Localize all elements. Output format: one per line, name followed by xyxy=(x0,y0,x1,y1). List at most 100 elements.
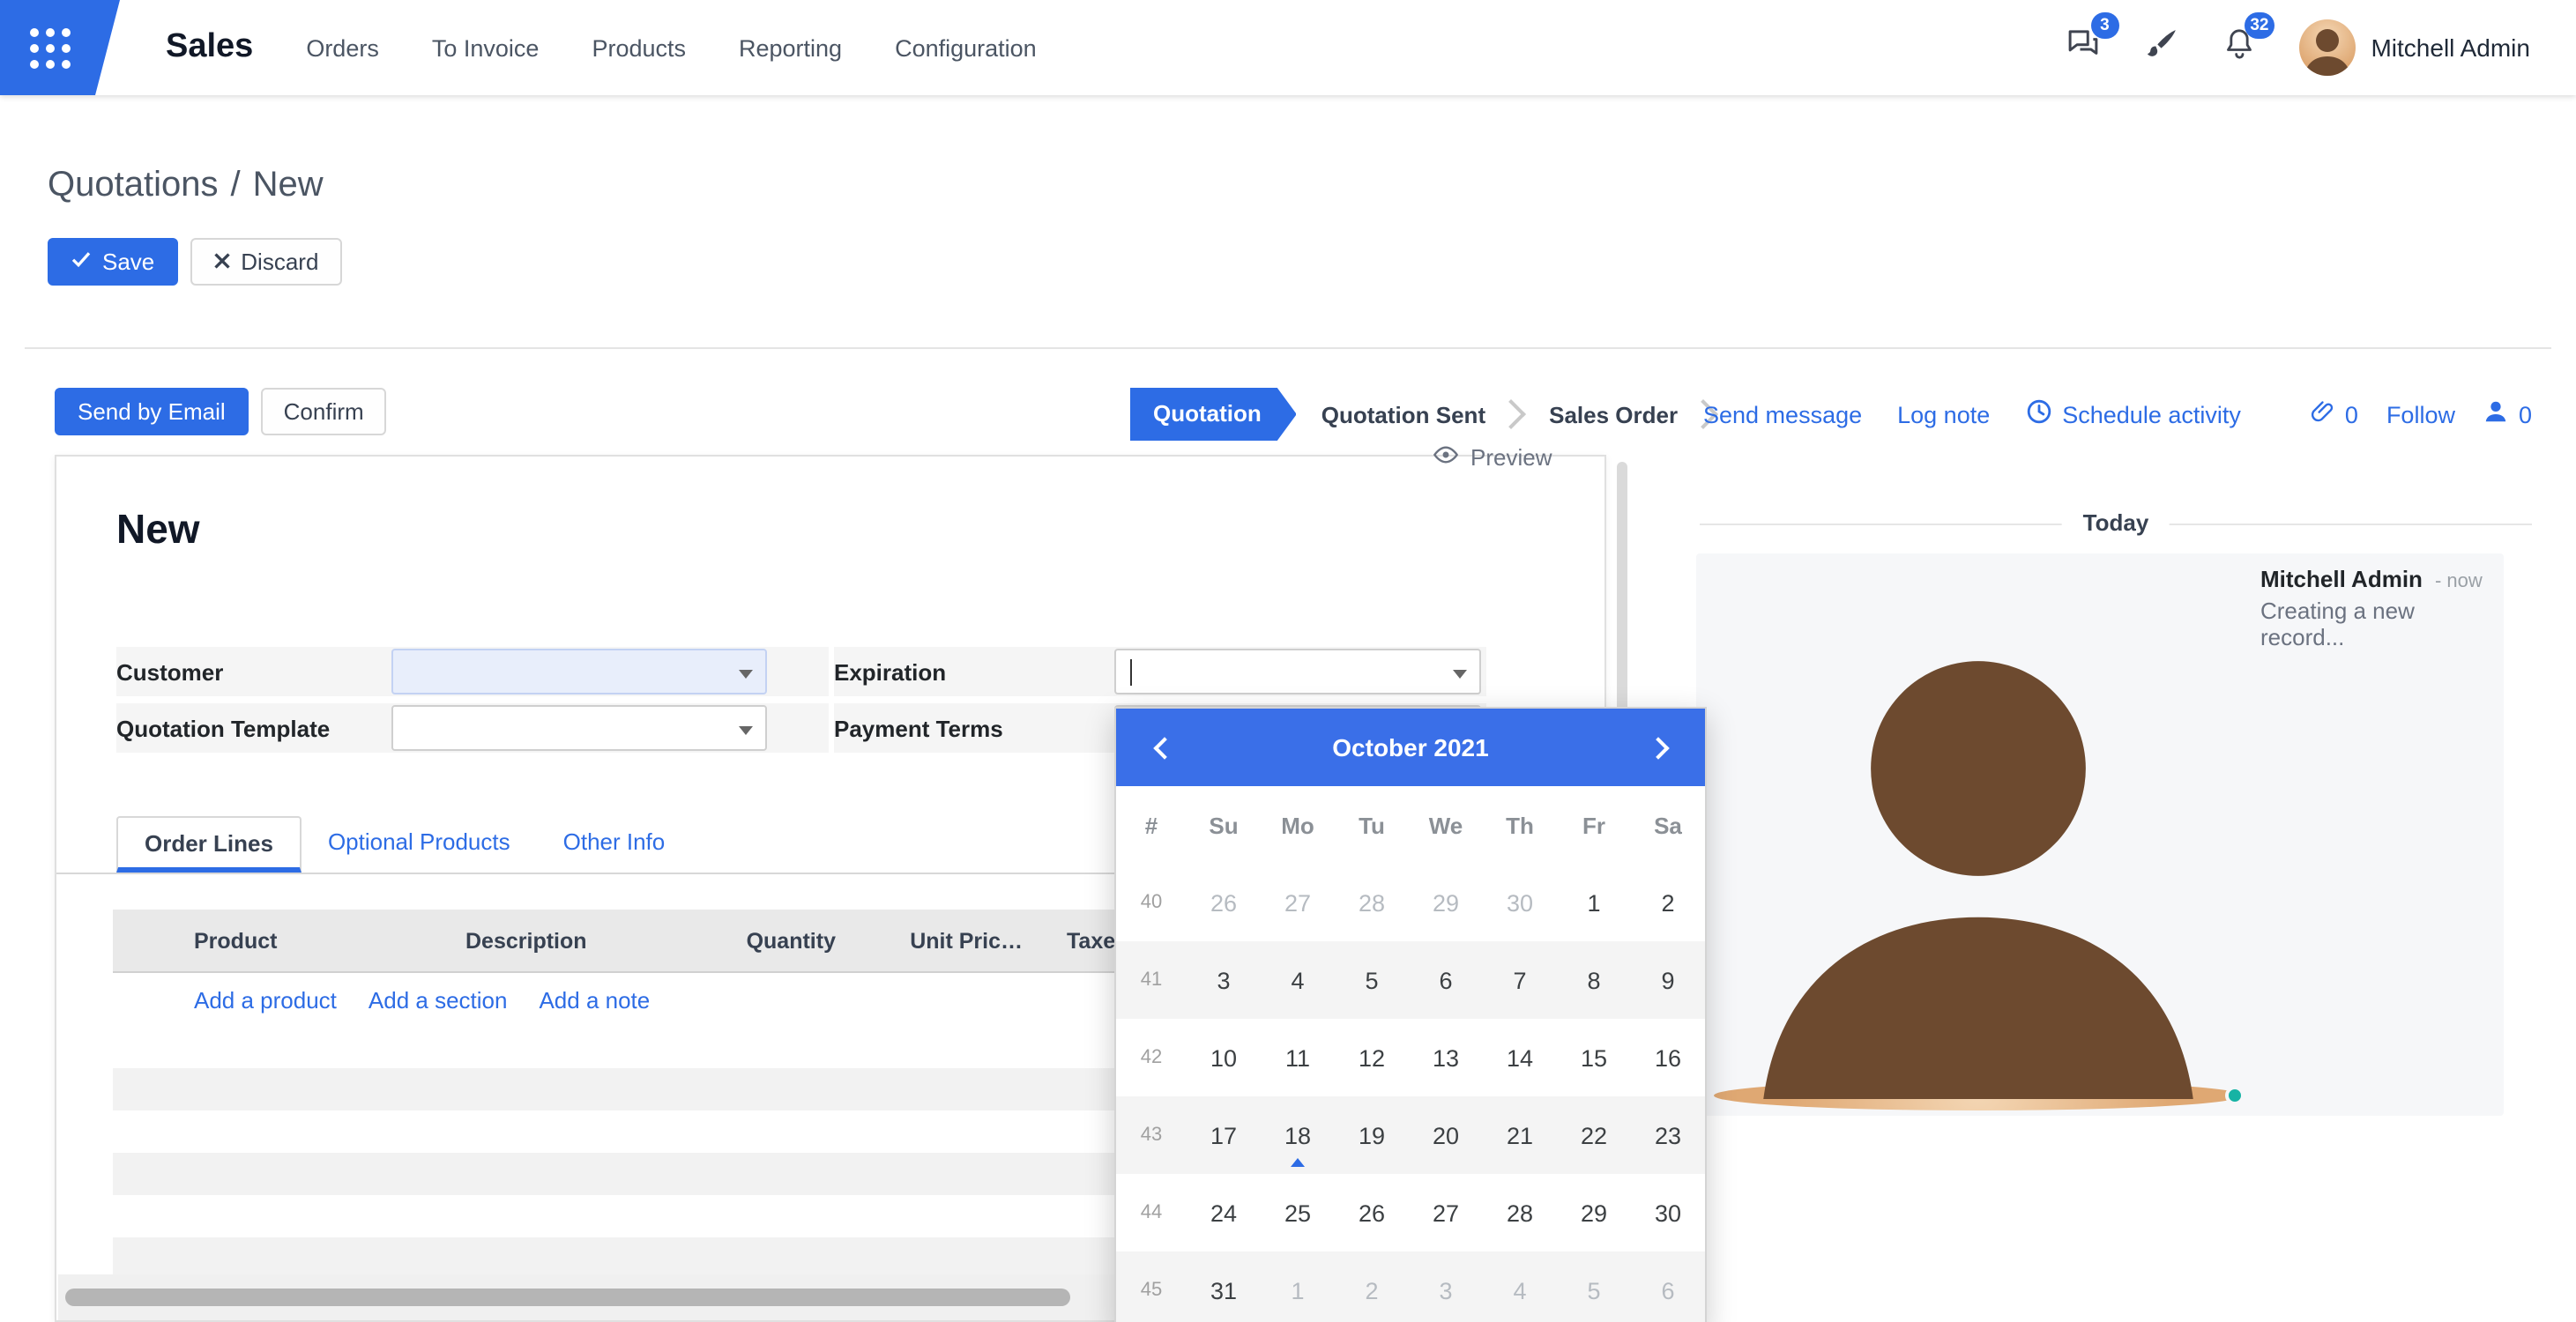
add-a-section-link[interactable]: Add a section xyxy=(369,986,508,1013)
next-month-button[interactable] xyxy=(1638,728,1677,767)
calendar-day[interactable]: 5 xyxy=(1557,1251,1631,1322)
calendar-day[interactable]: 7 xyxy=(1483,941,1557,1019)
calendar-day[interactable]: 28 xyxy=(1335,864,1409,941)
followers-button[interactable]: 0 xyxy=(2483,398,2532,430)
menu-to-invoice[interactable]: To Invoice xyxy=(432,34,540,61)
customer-input[interactable] xyxy=(391,649,767,694)
row-handle-column xyxy=(113,910,166,971)
day-of-week-header: Tu xyxy=(1335,786,1409,864)
send-message-button[interactable]: Send message xyxy=(1703,401,1862,427)
message-author[interactable]: Mitchell Admin xyxy=(2260,566,2423,592)
calendar-day[interactable]: 27 xyxy=(1409,1174,1483,1251)
confirm-button[interactable]: Confirm xyxy=(261,388,387,435)
calendar-day[interactable]: 31 xyxy=(1187,1251,1261,1322)
calendar-day[interactable]: 11 xyxy=(1261,1019,1335,1096)
person-icon xyxy=(2483,398,2510,430)
menu-configuration[interactable]: Configuration xyxy=(895,34,1037,61)
calendar-day[interactable]: 2 xyxy=(1631,864,1705,941)
calendar-day[interactable]: 4 xyxy=(1483,1251,1557,1322)
send-by-email-button[interactable]: Send by Email xyxy=(55,388,249,435)
calendar-day[interactable]: 3 xyxy=(1409,1251,1483,1322)
calendar-day[interactable]: 8 xyxy=(1557,941,1631,1019)
calendar-day[interactable]: 16 xyxy=(1631,1019,1705,1096)
activities-button[interactable] xyxy=(2143,26,2178,70)
discard-button[interactable]: Discard xyxy=(190,238,341,286)
week-number: 41 xyxy=(1116,941,1187,1019)
column-product[interactable]: Product xyxy=(166,910,439,971)
column-unit-price[interactable]: Unit Pric… xyxy=(853,910,1040,971)
schedule-activity-button[interactable]: Schedule activity xyxy=(2025,398,2241,430)
save-button[interactable]: Save xyxy=(48,238,177,286)
calendar-day[interactable]: 6 xyxy=(1409,941,1483,1019)
attachments-button[interactable]: 0 xyxy=(2310,398,2358,430)
quotation-template-input[interactable] xyxy=(391,705,767,751)
day-of-week-header: Th xyxy=(1483,786,1557,864)
calendar-day[interactable]: 17 xyxy=(1187,1096,1261,1174)
calendar-day[interactable]: 26 xyxy=(1335,1174,1409,1251)
status-quotation[interactable]: Quotation xyxy=(1130,388,1297,441)
calendar-day[interactable]: 21 xyxy=(1483,1096,1557,1174)
calendar-day[interactable]: 4 xyxy=(1261,941,1335,1019)
calendar-day[interactable]: 12 xyxy=(1335,1019,1409,1096)
apps-menu-button[interactable] xyxy=(0,0,120,95)
add-a-product-link[interactable]: Add a product xyxy=(194,986,337,1013)
calendar-day-today[interactable]: 18 xyxy=(1261,1096,1335,1174)
message-avatar-wrap xyxy=(1714,566,2243,1103)
calendar-day[interactable]: 5 xyxy=(1335,941,1409,1019)
calendar-day[interactable]: 15 xyxy=(1557,1019,1631,1096)
calendar-day[interactable]: 13 xyxy=(1409,1019,1483,1096)
calendar-day[interactable]: 9 xyxy=(1631,941,1705,1019)
calendar-day[interactable]: 1 xyxy=(1557,864,1631,941)
breadcrumb-quotations[interactable]: Quotations xyxy=(48,166,218,204)
schedule-activity-label: Schedule activity xyxy=(2062,401,2241,427)
calendar-day[interactable]: 30 xyxy=(1483,864,1557,941)
menu-products[interactable]: Products xyxy=(592,34,686,61)
calendar-day[interactable]: 10 xyxy=(1187,1019,1261,1096)
tab-order-lines[interactable]: Order Lines xyxy=(116,816,302,873)
calendar-day[interactable]: 24 xyxy=(1187,1174,1261,1251)
follow-button[interactable]: Follow xyxy=(2386,401,2455,427)
notifications-button[interactable]: 32 xyxy=(2221,25,2256,71)
calendar-day[interactable]: 19 xyxy=(1335,1096,1409,1174)
menu-orders[interactable]: Orders xyxy=(306,34,379,61)
calendar-day[interactable]: 26 xyxy=(1187,864,1261,941)
preview-button[interactable]: Preview xyxy=(1432,441,1552,474)
menu-reporting[interactable]: Reporting xyxy=(739,34,842,61)
log-note-button[interactable]: Log note xyxy=(1897,401,1990,427)
expiration-input[interactable] xyxy=(1114,649,1481,694)
datepicker-popup: October 2021 #SuMoTuWeThFrSa402627282930… xyxy=(1114,707,1707,1322)
datepicker-month-label[interactable]: October 2021 xyxy=(1332,733,1488,761)
add-a-note-link[interactable]: Add a note xyxy=(539,986,650,1013)
tab-optional-products[interactable]: Optional Products xyxy=(302,816,537,873)
calendar-day[interactable]: 1 xyxy=(1261,1251,1335,1322)
prev-month-button[interactable] xyxy=(1144,728,1183,767)
calendar-day[interactable]: 30 xyxy=(1631,1174,1705,1251)
horizontal-scrollbar[interactable] xyxy=(65,1289,1070,1306)
column-description[interactable]: Description xyxy=(439,910,704,971)
status-sales-order[interactable]: Sales Order xyxy=(1524,401,1688,427)
x-icon xyxy=(212,249,230,275)
calendar-day[interactable]: 22 xyxy=(1557,1096,1631,1174)
calendar-day[interactable]: 20 xyxy=(1409,1096,1483,1174)
column-quantity[interactable]: Quantity xyxy=(704,910,853,971)
calendar-day[interactable]: 25 xyxy=(1261,1174,1335,1251)
calendar-day[interactable]: 27 xyxy=(1261,864,1335,941)
calendar-day[interactable]: 28 xyxy=(1483,1174,1557,1251)
tab-other-info[interactable]: Other Info xyxy=(537,816,692,873)
calendar-day[interactable]: 14 xyxy=(1483,1019,1557,1096)
calendar-day[interactable]: 3 xyxy=(1187,941,1261,1019)
status-quotation-sent[interactable]: Quotation Sent xyxy=(1297,401,1496,427)
paperclip-icon xyxy=(2310,398,2336,430)
calendar-day[interactable]: 29 xyxy=(1557,1174,1631,1251)
chevron-right-icon xyxy=(1495,399,1525,429)
chatter-toolbar: Send message Log note Schedule activity xyxy=(1703,398,2532,430)
calendar-day[interactable]: 23 xyxy=(1631,1096,1705,1174)
online-status-dot xyxy=(2225,1086,2245,1105)
messages-button[interactable]: 3 xyxy=(2064,25,2101,71)
calendar-day[interactable]: 2 xyxy=(1335,1251,1409,1322)
app-name[interactable]: Sales xyxy=(166,28,253,67)
calendar-day[interactable]: 6 xyxy=(1631,1251,1705,1322)
chevron-right-icon xyxy=(1646,736,1668,758)
user-menu[interactable]: Mitchell Admin xyxy=(2298,19,2530,76)
calendar-day[interactable]: 29 xyxy=(1409,864,1483,941)
